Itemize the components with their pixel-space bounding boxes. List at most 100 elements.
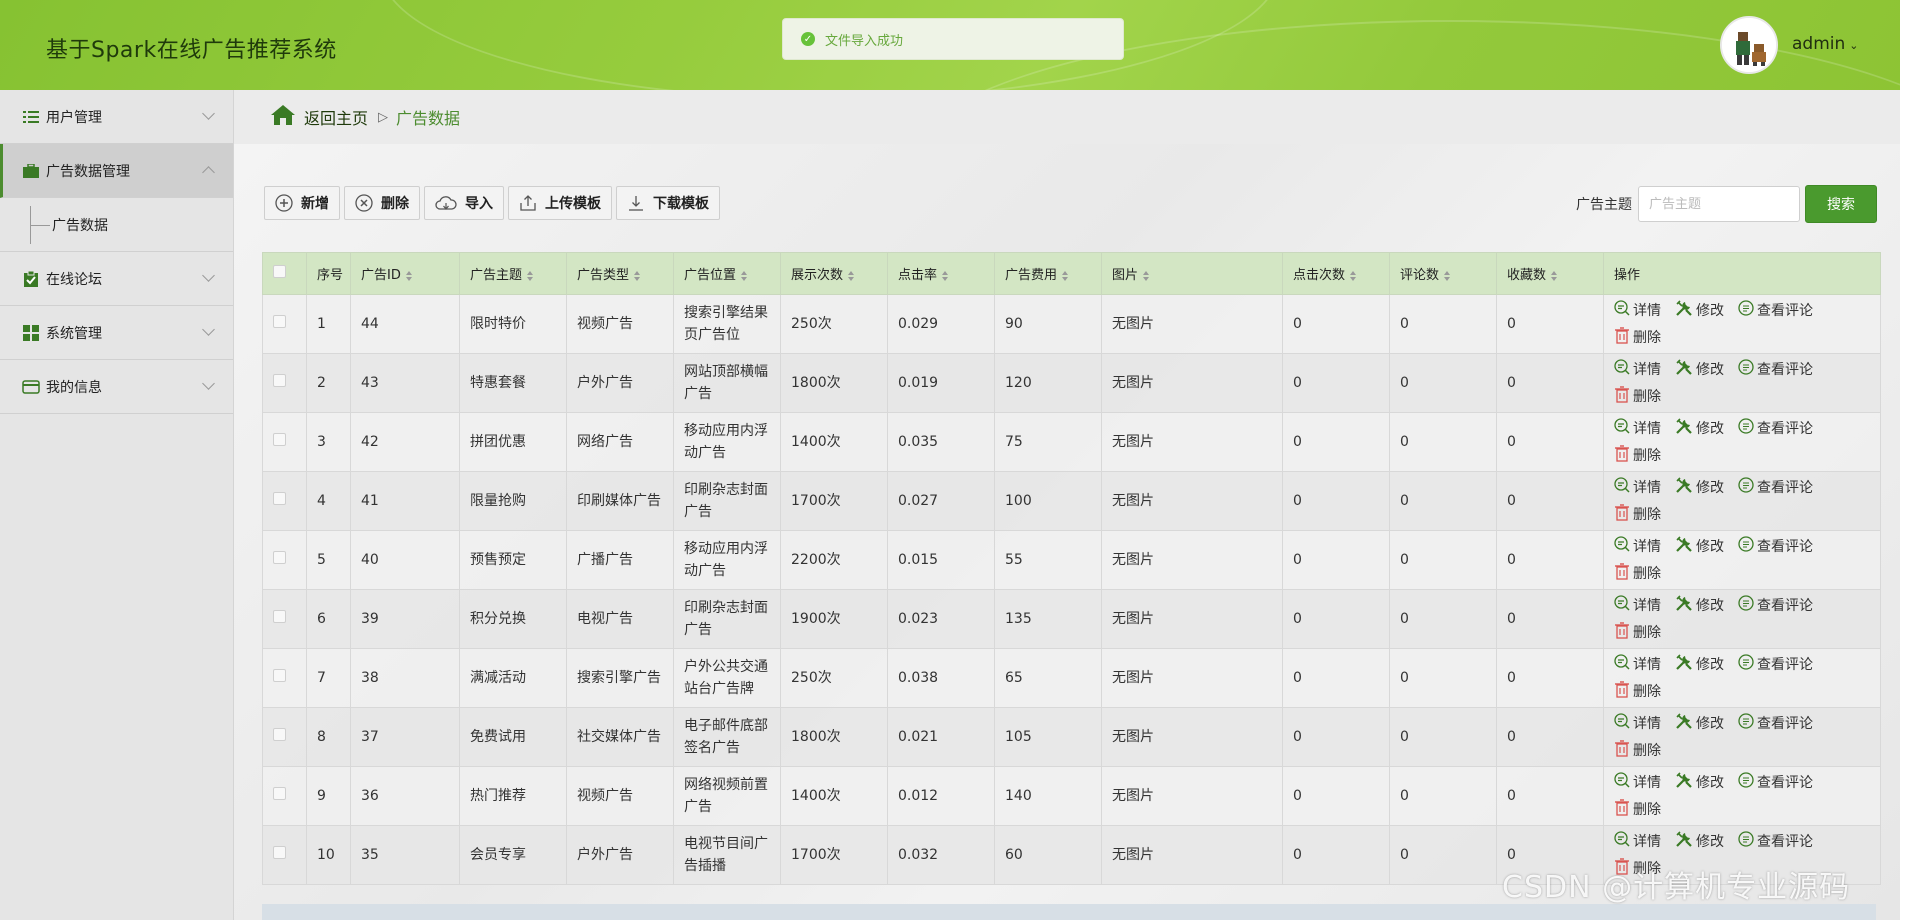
sort-icon[interactable] bbox=[942, 270, 949, 281]
row-checkbox[interactable] bbox=[273, 669, 286, 682]
row-checkbox[interactable] bbox=[273, 551, 286, 564]
row-select-cell[interactable] bbox=[262, 412, 307, 472]
delete-row-button[interactable]: 删除 bbox=[1614, 444, 1661, 467]
detail-button[interactable]: 详情 bbox=[1614, 772, 1661, 793]
column-header[interactable]: 点击率 bbox=[887, 252, 995, 295]
delete-row-button[interactable]: 删除 bbox=[1614, 385, 1661, 408]
table-row[interactable]: 2 43 特惠套餐 户外广告 网站顶部横幅广告 1800次 0.019 120 无图片 0 0 0 详… bbox=[262, 353, 1881, 413]
column-header[interactable]: 广告主题 bbox=[459, 252, 567, 295]
table-row[interactable]: 8 37 免费试用 社交媒体广告 电子邮件底部签名广告 1800次 0.021 105 无图片 0… bbox=[262, 707, 1881, 767]
edit-button[interactable]: 修改 bbox=[1675, 535, 1724, 558]
add-button[interactable]: 新增 bbox=[264, 186, 340, 220]
row-checkbox[interactable] bbox=[273, 728, 286, 741]
view-comments-button[interactable]: 查看评论 bbox=[1738, 536, 1813, 557]
detail-button[interactable]: 详情 bbox=[1614, 536, 1661, 557]
detail-button[interactable]: 详情 bbox=[1614, 654, 1661, 675]
edit-button[interactable]: 修改 bbox=[1675, 653, 1724, 676]
table-row[interactable]: 3 42 拼团优惠 网络广告 移动应用内浮动广告 1400次 0.035 75 无图片 0 0 0 详… bbox=[262, 412, 1881, 472]
row-checkbox[interactable] bbox=[273, 374, 286, 387]
row-select-cell[interactable] bbox=[262, 766, 307, 826]
detail-button[interactable]: 详情 bbox=[1614, 418, 1661, 439]
edit-button[interactable]: 修改 bbox=[1675, 417, 1724, 440]
row-select-cell[interactable] bbox=[262, 825, 307, 885]
sort-icon[interactable] bbox=[1551, 270, 1558, 281]
select-all-header[interactable] bbox=[262, 252, 307, 295]
sort-icon[interactable] bbox=[1062, 270, 1069, 281]
detail-button[interactable]: 详情 bbox=[1614, 300, 1661, 321]
user-menu[interactable]: admin ⌄ bbox=[1792, 34, 1859, 54]
table-row[interactable]: 5 40 预售预定 广播广告 移动应用内浮动广告 2200次 0.015 55 无图片 0 0 0 详… bbox=[262, 530, 1881, 590]
search-input[interactable] bbox=[1638, 186, 1800, 222]
view-comments-button[interactable]: 查看评论 bbox=[1738, 831, 1813, 852]
column-header[interactable]: 点击次数 bbox=[1282, 252, 1390, 295]
sidebar-item-system-management[interactable]: 系统管理 bbox=[0, 306, 233, 360]
row-select-cell[interactable] bbox=[262, 471, 307, 531]
detail-button[interactable]: 详情 bbox=[1614, 713, 1661, 734]
column-header[interactable]: 评论数 bbox=[1389, 252, 1497, 295]
sort-icon[interactable] bbox=[1444, 270, 1451, 281]
delete-row-button[interactable]: 删除 bbox=[1614, 503, 1661, 526]
delete-row-button[interactable]: 删除 bbox=[1614, 562, 1661, 585]
sidebar-item-user-management[interactable]: 用户管理 bbox=[0, 90, 233, 144]
sidebar-item-forum[interactable]: 在线论坛 bbox=[0, 252, 233, 306]
sort-icon[interactable] bbox=[405, 270, 412, 281]
row-select-cell[interactable] bbox=[262, 648, 307, 708]
sort-icon[interactable] bbox=[1350, 270, 1357, 281]
delete-row-button[interactable]: 删除 bbox=[1614, 680, 1661, 703]
sort-icon[interactable] bbox=[1143, 270, 1150, 281]
detail-button[interactable]: 详情 bbox=[1614, 359, 1661, 380]
edit-button[interactable]: 修改 bbox=[1675, 712, 1724, 735]
view-comments-button[interactable]: 查看评论 bbox=[1738, 418, 1813, 439]
download-template-button[interactable]: 下载模板 bbox=[616, 186, 720, 220]
view-comments-button[interactable]: 查看评论 bbox=[1738, 654, 1813, 675]
edit-button[interactable]: 修改 bbox=[1675, 594, 1724, 617]
view-comments-button[interactable]: 查看评论 bbox=[1738, 300, 1813, 321]
detail-button[interactable]: 详情 bbox=[1614, 477, 1661, 498]
upload-template-button[interactable]: 上传模板 bbox=[508, 186, 612, 220]
sort-icon[interactable] bbox=[741, 270, 748, 281]
detail-button[interactable]: 详情 bbox=[1614, 831, 1661, 852]
edit-button[interactable]: 修改 bbox=[1675, 476, 1724, 499]
row-select-cell[interactable] bbox=[262, 707, 307, 767]
sort-icon[interactable] bbox=[848, 270, 855, 281]
table-row[interactable]: 9 36 热门推荐 视频广告 网络视频前置广告 1400次 0.012 140 无图片 0 0 0 详… bbox=[262, 766, 1881, 826]
table-row[interactable]: 7 38 满减活动 搜索引擎广告 户外公共交通站台广告牌 250次 0.038 65 无图片 0 0… bbox=[262, 648, 1881, 708]
sort-icon[interactable] bbox=[527, 270, 534, 281]
import-button[interactable]: 导入 bbox=[424, 186, 504, 220]
select-all-checkbox[interactable] bbox=[273, 265, 286, 278]
edit-button[interactable]: 修改 bbox=[1675, 771, 1724, 794]
edit-button[interactable]: 修改 bbox=[1675, 358, 1724, 381]
breadcrumb-home-link[interactable]: 返回主页 bbox=[304, 105, 368, 129]
row-checkbox[interactable] bbox=[273, 787, 286, 800]
row-checkbox[interactable] bbox=[273, 846, 286, 859]
delete-row-button[interactable]: 删除 bbox=[1614, 739, 1661, 762]
search-button[interactable]: 搜索 bbox=[1805, 185, 1877, 223]
detail-button[interactable]: 详情 bbox=[1614, 595, 1661, 616]
table-row[interactable]: 1 44 限时特价 视频广告 搜索引擎结果页广告位 250次 0.029 90 无图片 0 0 0 详… bbox=[262, 294, 1881, 354]
avatar[interactable] bbox=[1720, 16, 1778, 74]
column-header[interactable]: 广告类型 bbox=[566, 252, 674, 295]
column-header[interactable]: 图片 bbox=[1101, 252, 1283, 295]
column-header[interactable]: 广告费用 bbox=[994, 252, 1102, 295]
view-comments-button[interactable]: 查看评论 bbox=[1738, 772, 1813, 793]
scrollbar-track[interactable] bbox=[1900, 90, 1912, 920]
sidebar-item-my-info[interactable]: 我的信息 bbox=[0, 360, 233, 414]
view-comments-button[interactable]: 查看评论 bbox=[1738, 713, 1813, 734]
delete-row-button[interactable]: 删除 bbox=[1614, 326, 1661, 349]
row-checkbox[interactable] bbox=[273, 315, 286, 328]
sidebar-subitem-ad-data[interactable]: 广告数据 bbox=[0, 198, 233, 252]
edit-button[interactable]: 修改 bbox=[1675, 830, 1724, 853]
sort-icon[interactable] bbox=[634, 270, 641, 281]
view-comments-button[interactable]: 查看评论 bbox=[1738, 359, 1813, 380]
row-checkbox[interactable] bbox=[273, 433, 286, 446]
delete-button[interactable]: 删除 bbox=[344, 186, 420, 220]
column-header[interactable]: 广告ID bbox=[350, 252, 460, 295]
delete-row-button[interactable]: 删除 bbox=[1614, 798, 1661, 821]
table-row[interactable]: 6 39 积分兑换 电视广告 印刷杂志封面广告 1900次 0.023 135 无图片 0 0 0 详… bbox=[262, 589, 1881, 649]
edit-button[interactable]: 修改 bbox=[1675, 299, 1724, 322]
column-header[interactable]: 展示次数 bbox=[780, 252, 888, 295]
row-select-cell[interactable] bbox=[262, 589, 307, 649]
row-select-cell[interactable] bbox=[262, 353, 307, 413]
home-icon[interactable] bbox=[270, 104, 296, 130]
view-comments-button[interactable]: 查看评论 bbox=[1738, 595, 1813, 616]
